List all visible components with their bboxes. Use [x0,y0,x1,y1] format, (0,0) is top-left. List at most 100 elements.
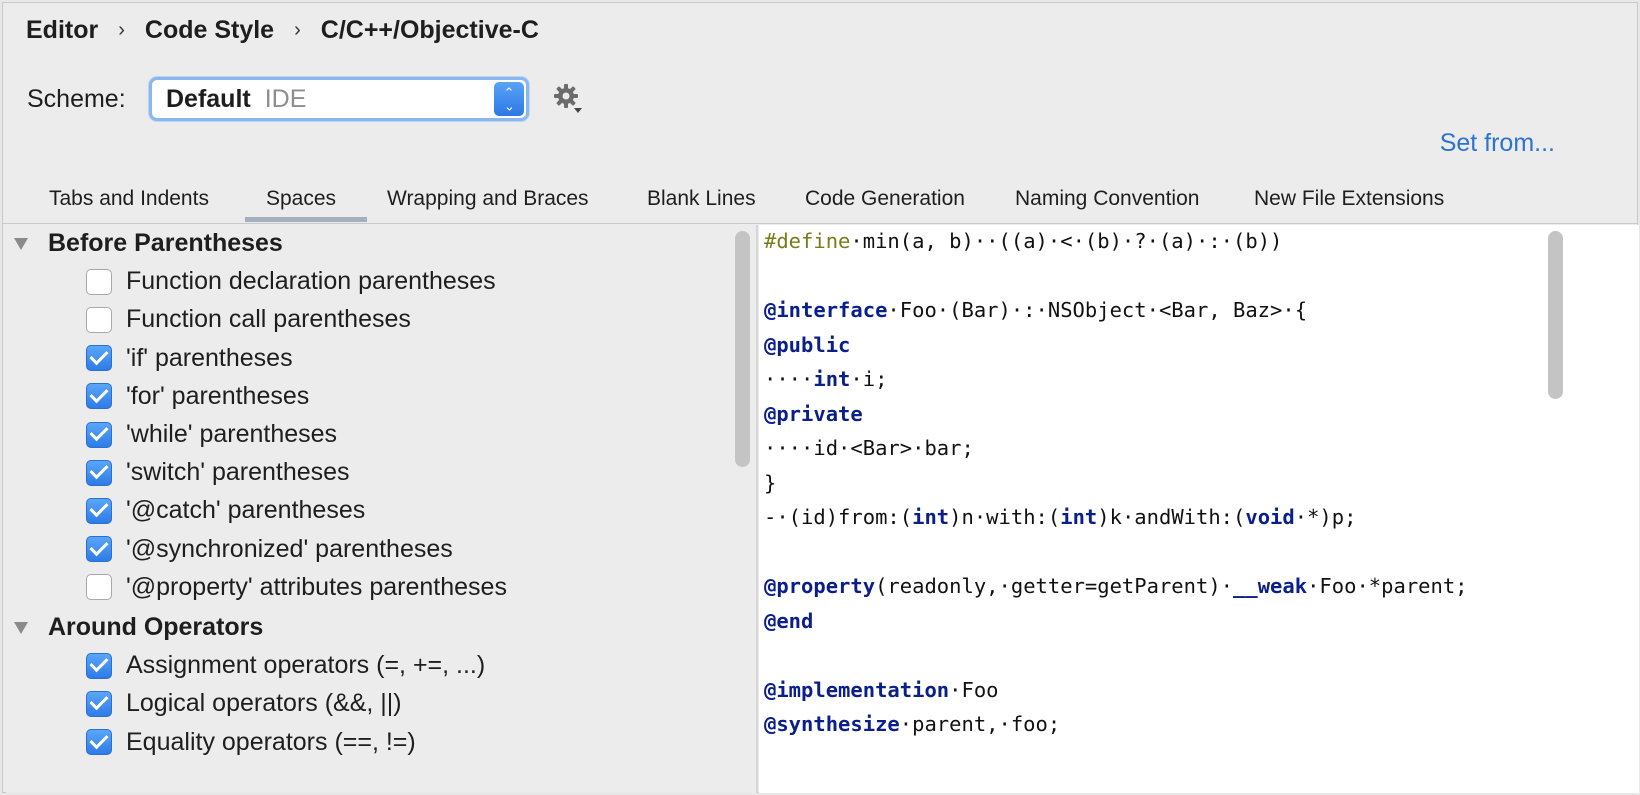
checkbox[interactable] [86,306,112,333]
code-keyword: void [1245,505,1295,529]
checkbox[interactable] [86,729,112,756]
code-line: @public [764,333,850,363]
option-row[interactable]: '@property' attributes parentheses [86,573,507,602]
option-label: '@synchronized' parentheses [126,534,453,563]
scheme-type: IDE [264,84,307,113]
settings-window: Editor › Code Style › C/C++/Objective-C … [2,2,1639,793]
code-keyword: __weak [1233,574,1308,598]
option-row[interactable]: '@synchronized' parentheses [86,535,453,564]
section-header[interactable]: Before Parentheses [14,229,283,258]
code-keyword: int [1060,505,1098,529]
checkbox[interactable] [86,459,112,486]
code-text: ·i; [850,367,888,391]
code-line: @synthesize·parent,·foo; [764,712,1060,742]
checkbox[interactable] [86,345,112,372]
option-label: Equality operators (==, !=) [126,727,416,756]
tab-new-file-extensions[interactable]: New File Extensions [1254,187,1444,211]
breadcrumb-language: C/C++/Objective-C [320,15,539,44]
code-line: ····id·<Bar>·bar; [764,436,974,466]
selected-tab-indicator [245,217,367,222]
option-row[interactable]: 'switch' parentheses [86,458,350,487]
code-line: #define·min(a, b)··((a)·<·(b)·?·(a)·:·(b… [764,229,1282,259]
checkbox[interactable] [86,574,112,601]
code-keyword: @interface [764,298,888,322]
tab-wrapping-and-braces[interactable]: Wrapping and Braces [387,187,589,211]
code-text: ···· [764,367,814,391]
code-keyword: @public [764,332,851,357]
code-directive: #define [764,229,851,253]
tab-naming-convention[interactable]: Naming Convention [1015,187,1199,211]
option-row[interactable]: Logical operators (&&, ||) [86,689,402,718]
code-text: ·Foo·*parent; [1307,574,1468,598]
option-label: 'switch' parentheses [126,458,350,487]
code-keyword: int [912,505,950,529]
checkbox[interactable] [86,536,112,563]
checkbox[interactable] [86,383,112,410]
option-label: 'for' parentheses [126,381,310,410]
code-text: -·(id)from:( [764,505,913,529]
scheme-name: Default [166,84,251,113]
section-title: Around Operators [48,613,264,641]
section-title: Before Parentheses [48,229,283,257]
checkbox[interactable] [86,690,112,717]
code-text: ·*)p; [1294,505,1357,529]
set-from-link[interactable]: Set from... [1440,129,1555,158]
scheme-select[interactable]: Default IDE ⌃ ⌃ [149,77,529,121]
code-keyword: @private [764,401,863,426]
checkbox[interactable] [86,652,112,679]
breadcrumb-separator: › [294,18,301,41]
code-line: @property(readonly,·getter=getParent)·__… [764,574,1468,604]
code-text: } [764,470,777,495]
code-line: @end [764,609,813,639]
option-row[interactable]: 'if' parentheses [86,344,293,373]
gear-icon[interactable] [553,81,587,115]
checkbox[interactable] [86,268,112,295]
code-text: )k·andWith:( [1097,505,1246,529]
checkbox[interactable] [86,497,112,524]
tab-code-generation[interactable]: Code Generation [805,187,965,211]
options-scrollbar[interactable] [735,231,750,467]
tab-blank-lines[interactable]: Blank Lines [647,187,756,211]
option-row[interactable]: 'while' parentheses [86,420,337,449]
splitter[interactable] [756,225,758,793]
option-label: Function declaration parentheses [126,267,496,296]
options-tree: Before Parentheses Function declaration p… [6,225,756,793]
breadcrumb-code-style[interactable]: Code Style [145,16,274,45]
option-label: 'while' parentheses [126,420,338,448]
code-text: (readonly,·getter=getParent)· [875,574,1234,598]
checkbox[interactable] [86,421,112,448]
expand-triangle-icon[interactable] [14,237,28,250]
breadcrumb-separator: › [118,18,125,41]
section-header[interactable]: Around Operators [14,613,263,642]
code-keyword: @property [764,574,876,598]
code-text: ·min(a, b)··((a)·<·(b)·?·(a)·:·(b)) [850,229,1283,253]
code-text: ····id·<Bar>·bar; [764,436,974,460]
option-row[interactable]: '@catch' parentheses [86,496,365,525]
code-keyword: int [813,367,851,391]
expand-triangle-icon[interactable] [14,621,28,634]
option-label: Logical operators (&&, ||) [126,689,402,718]
option-row[interactable]: 'for' parentheses [86,382,309,411]
breadcrumb-editor[interactable]: Editor [26,16,98,45]
option-row[interactable]: Assignment operators (=, +=, ...) [86,651,485,680]
code-preview: #define·min(a, b)··((a)·<·(b)·?·(a)·:·(b… [759,225,1639,793]
option-label: 'if' parentheses [126,343,293,372]
code-text: ·Foo·(Bar)·:·NSObject·<Bar, Baz>·{ [887,298,1308,322]
code-preview-scrollbar[interactable] [1548,231,1563,399]
scheme-label: Scheme: [27,85,126,113]
option-row[interactable]: Function call parentheses [86,305,411,334]
tab-spaces[interactable]: Spaces [266,187,336,211]
code-text: ·parent,·foo; [899,712,1061,736]
code-line: @interface·Foo·(Bar)·:·NSObject·<Bar, Ba… [764,298,1307,328]
code-line: ····int·i; [764,367,887,397]
code-line: -·(id)from:(int)n·with:(int)k·andWith:(v… [764,505,1356,535]
option-label: '@catch' parentheses [126,496,366,525]
code-keyword: @implementation [764,677,950,702]
tab-tabs-and-indents[interactable]: Tabs and Indents [49,187,209,211]
option-row[interactable]: Equality operators (==, !=) [86,728,416,757]
code-line: @implementation·Foo [764,678,999,708]
option-label: Assignment operators (=, +=, ...) [126,651,486,680]
code-line: } [764,471,776,501]
code-text: )n·with:( [949,505,1061,529]
option-row[interactable]: Function declaration parentheses [86,267,496,296]
